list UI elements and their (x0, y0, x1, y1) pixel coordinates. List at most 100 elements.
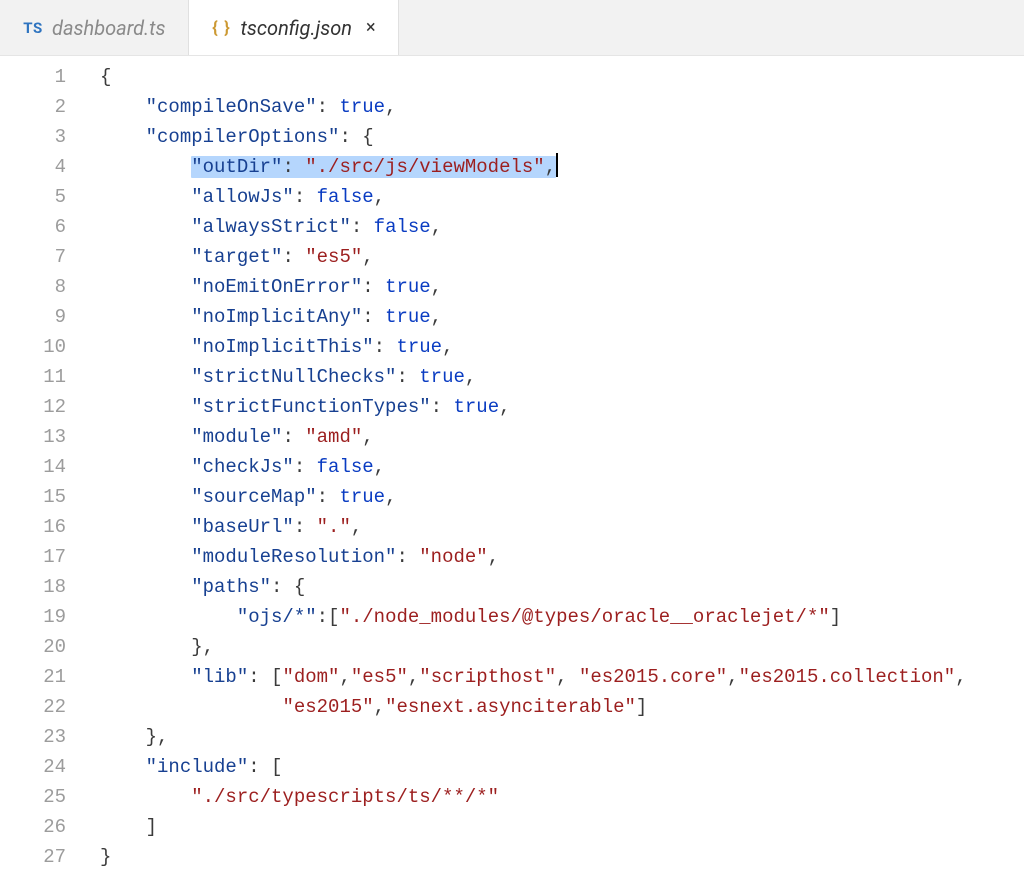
token: "compileOnSave" (146, 96, 317, 118)
token: "strictFunctionTypes" (191, 396, 430, 418)
code-line[interactable]: "strictFunctionTypes": true, (100, 392, 1024, 422)
line-number: 6 (0, 212, 66, 242)
token: : (294, 516, 317, 538)
code-line[interactable]: "baseUrl": ".", (100, 512, 1024, 542)
line-number: 24 (0, 752, 66, 782)
line-number: 13 (0, 422, 66, 452)
json-icon: { } (211, 17, 233, 39)
token: { (100, 66, 111, 88)
token: "outDir" (191, 156, 282, 178)
token: true (339, 486, 385, 508)
token: "noImplicitAny" (191, 306, 362, 328)
tab-dashboard-ts[interactable]: TSdashboard.ts (0, 0, 189, 55)
token: : (362, 306, 385, 328)
token: "module" (191, 426, 282, 448)
code-line[interactable]: "./src/typescripts/ts/**/*" (100, 782, 1024, 812)
token: : (294, 456, 317, 478)
code-line[interactable]: "compilerOptions": { (100, 122, 1024, 152)
token: : (282, 156, 305, 178)
token: }, (146, 726, 169, 748)
tab-bar: TSdashboard.ts{ }tsconfig.json× (0, 0, 1024, 56)
token: , (431, 276, 442, 298)
token: "dom" (282, 666, 339, 688)
token: ] (146, 816, 157, 838)
token: true (396, 336, 442, 358)
line-number: 10 (0, 332, 66, 362)
line-number-gutter: 1234567891011121314151617181920212223242… (0, 56, 92, 882)
token: true (453, 396, 499, 418)
token: } (100, 846, 111, 868)
code-line[interactable]: }, (100, 722, 1024, 752)
token: : (282, 246, 305, 268)
tab-tsconfig-json[interactable]: { }tsconfig.json× (189, 0, 399, 55)
token: "scripthost" (419, 666, 556, 688)
token: }, (191, 636, 214, 658)
line-number: 11 (0, 362, 66, 392)
line-number: 19 (0, 602, 66, 632)
token: : (396, 366, 419, 388)
line-number: 2 (0, 92, 66, 122)
code-line[interactable]: "noImplicitAny": true, (100, 302, 1024, 332)
code-line[interactable]: "noEmitOnError": true, (100, 272, 1024, 302)
token: "es2015" (282, 696, 373, 718)
line-number: 12 (0, 392, 66, 422)
code-line[interactable]: "outDir": "./src/js/viewModels", (100, 152, 1024, 182)
line-number: 17 (0, 542, 66, 572)
code-line[interactable]: "ojs/*":["./node_modules/@types/oracle__… (100, 602, 1024, 632)
token: "target" (191, 246, 282, 268)
editor[interactable]: 1234567891011121314151617181920212223242… (0, 56, 1024, 882)
token: : [ (248, 756, 282, 778)
token: "es5" (305, 246, 362, 268)
code-line[interactable]: "include": [ (100, 752, 1024, 782)
token: "./src/typescripts/ts/**/*" (191, 786, 499, 808)
token: true (385, 276, 431, 298)
close-icon[interactable]: × (366, 17, 376, 38)
token: "compilerOptions" (146, 126, 340, 148)
token: true (339, 96, 385, 118)
code-line[interactable]: } (100, 842, 1024, 872)
token: , (408, 666, 419, 688)
token: ] (830, 606, 841, 628)
code-line[interactable]: "lib": ["dom","es5","scripthost", "es201… (100, 662, 1024, 692)
token: "noEmitOnError" (191, 276, 362, 298)
code-line[interactable]: "compileOnSave": true, (100, 92, 1024, 122)
token: : (396, 546, 419, 568)
code-line[interactable]: "moduleResolution": "node", (100, 542, 1024, 572)
code-line[interactable]: "strictNullChecks": true, (100, 362, 1024, 392)
code-line[interactable]: "module": "amd", (100, 422, 1024, 452)
token: "baseUrl" (191, 516, 294, 538)
token: , (465, 366, 476, 388)
code-line[interactable]: "checkJs": false, (100, 452, 1024, 482)
code-line[interactable]: "target": "es5", (100, 242, 1024, 272)
code-line[interactable]: "allowJs": false, (100, 182, 1024, 212)
token: "paths" (191, 576, 271, 598)
line-number: 5 (0, 182, 66, 212)
code-line[interactable]: "noImplicitThis": true, (100, 332, 1024, 362)
tab-label: dashboard.ts (52, 16, 166, 40)
token: , (556, 666, 579, 688)
line-number: 3 (0, 122, 66, 152)
line-number: 1 (0, 62, 66, 92)
code-line[interactable]: "alwaysStrict": false, (100, 212, 1024, 242)
code-line[interactable]: "es2015","esnext.asynciterable"] (100, 692, 1024, 722)
token: , (339, 666, 350, 688)
code-line[interactable]: ] (100, 812, 1024, 842)
token: true (385, 306, 431, 328)
code-line[interactable]: "sourceMap": true, (100, 482, 1024, 512)
token: ] (636, 696, 647, 718)
token: , (955, 666, 966, 688)
token: : (431, 396, 454, 418)
token: "checkJs" (191, 456, 294, 478)
token: , (488, 546, 499, 568)
code-line[interactable]: { (100, 62, 1024, 92)
code-line[interactable]: }, (100, 632, 1024, 662)
token: "lib" (191, 666, 248, 688)
token: "include" (146, 756, 249, 778)
code-area[interactable]: { "compileOnSave": true, "compilerOption… (92, 56, 1024, 882)
code-line[interactable]: "paths": { (100, 572, 1024, 602)
line-number: 8 (0, 272, 66, 302)
token: , (374, 456, 385, 478)
token: , (351, 516, 362, 538)
token: : { (339, 126, 373, 148)
token: "./src/js/viewModels" (305, 156, 544, 178)
